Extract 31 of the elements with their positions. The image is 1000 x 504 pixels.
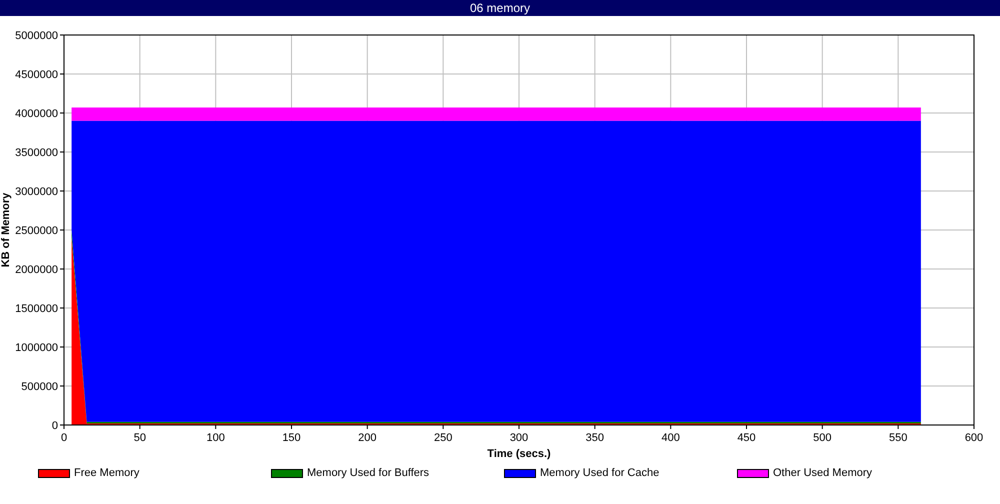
- legend-label: Memory Used for Cache: [540, 467, 660, 479]
- y-tick-label: 1500000: [15, 303, 58, 315]
- x-tick-label: 50: [134, 432, 146, 444]
- x-tick-label: 500: [813, 432, 832, 444]
- x-tick-label: 250: [434, 432, 452, 444]
- y-tick-label: 4500000: [15, 69, 58, 81]
- y-tick-label: 500000: [21, 381, 58, 393]
- x-tick-label: 300: [510, 432, 528, 444]
- y-tick-label: 0: [52, 420, 58, 432]
- legend-label: Memory Used for Buffers: [307, 467, 430, 479]
- x-tick-label: 350: [586, 432, 604, 444]
- x-tick-label: 600: [964, 432, 984, 444]
- x-tick-label: 400: [661, 432, 680, 444]
- x-tick-label: 450: [737, 432, 756, 444]
- x-tick-label: 550: [888, 432, 908, 444]
- legend-label: Other Used Memory: [773, 467, 872, 479]
- legend-label: Free Memory: [74, 467, 140, 479]
- x-tick-label: 0: [60, 432, 68, 444]
- y-tick-label: 5000000: [15, 30, 58, 42]
- y-axis-title: KB of Memory: [0, 192, 12, 268]
- window-title: 06 memory: [0, 0, 1000, 16]
- y-tick-label: 2000000: [15, 264, 58, 276]
- y-tick-label: 1000000: [15, 342, 58, 354]
- x-tick-label: 200: [358, 432, 377, 444]
- y-tick-label: 2500000: [15, 225, 58, 237]
- y-tick-label: 4000000: [15, 108, 58, 120]
- x-tick-label: 150: [282, 432, 301, 444]
- y-tick-label: 3500000: [15, 147, 58, 159]
- x-tick-label: 100: [206, 432, 225, 444]
- x-axis-title: Time (secs.): [487, 448, 551, 460]
- y-tick-label: 3000000: [15, 186, 58, 198]
